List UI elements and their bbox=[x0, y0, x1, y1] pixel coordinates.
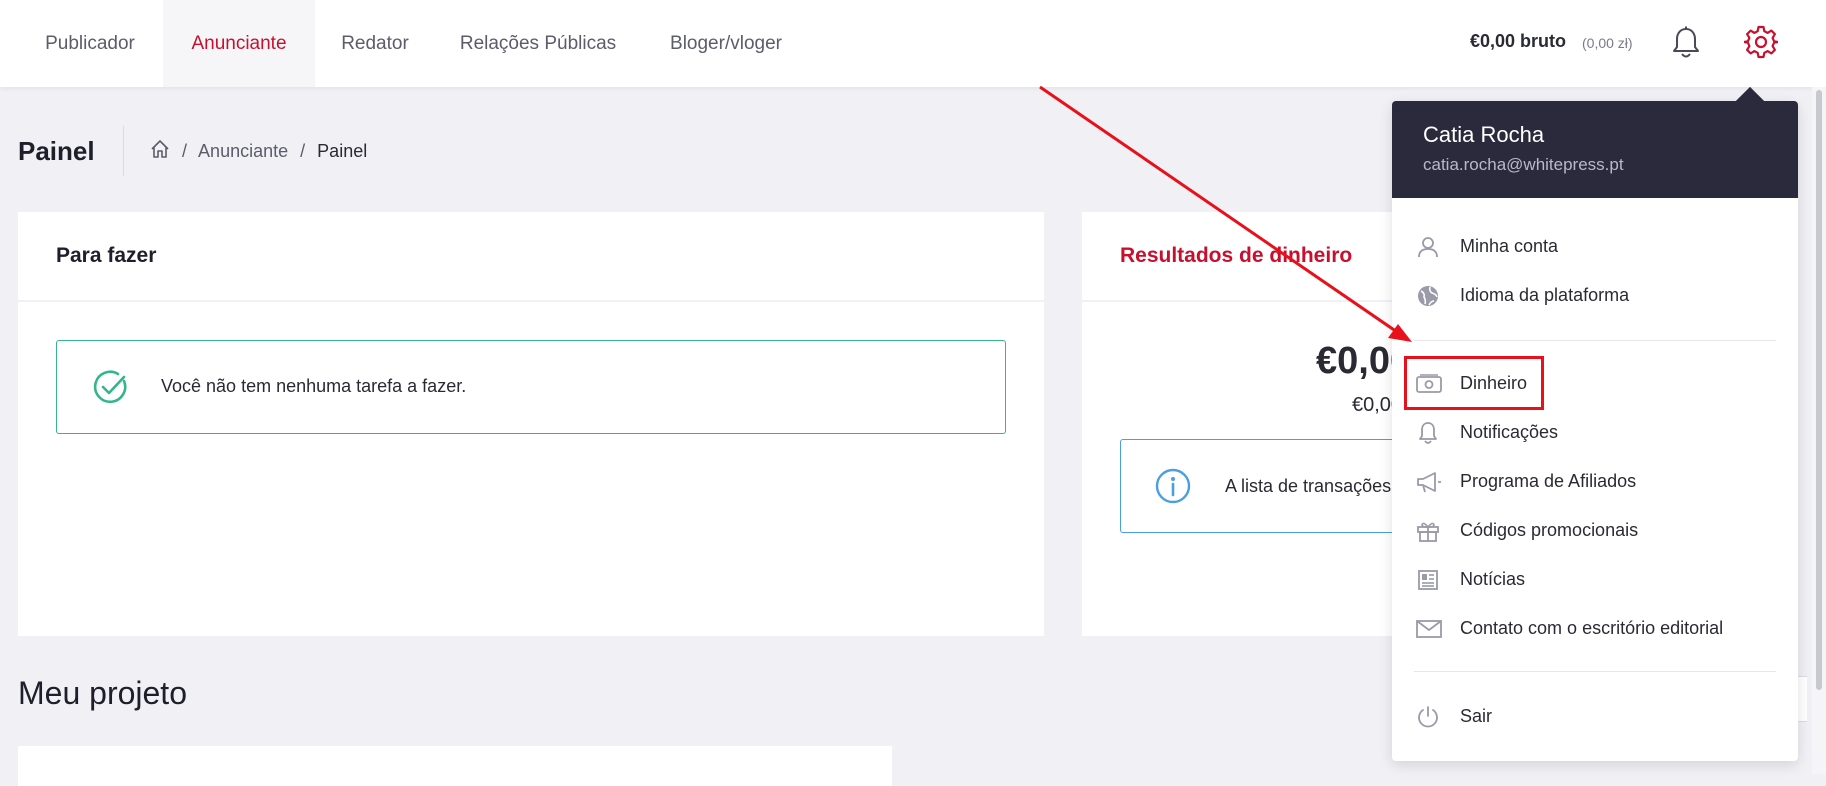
balance-amount[interactable]: €0,00 bruto bbox=[1470, 31, 1566, 52]
menu-item-label: Notificações bbox=[1460, 422, 1559, 442]
megaphone-icon bbox=[1416, 470, 1441, 494]
menu-item-idioma[interactable]: Idioma da plataforma bbox=[1392, 276, 1798, 316]
transactions-info-message: A lista de transações bbox=[1225, 476, 1392, 496]
menu-item-label: Contato com o escritório editorial bbox=[1460, 618, 1724, 638]
user-name: Catia Rocha bbox=[1423, 122, 1545, 147]
tab-relacoes-publicas[interactable]: Relações Públicas bbox=[445, 0, 631, 87]
breadcrumb-separator: / bbox=[300, 141, 306, 161]
card-divider bbox=[1082, 300, 1412, 302]
breadcrumb-painel: Painel bbox=[317, 141, 368, 161]
menu-item-afiliados[interactable]: Programa de Afiliados bbox=[1392, 462, 1798, 502]
menu-item-minha-conta[interactable]: Minha conta bbox=[1392, 227, 1798, 267]
menu-item-label: Minha conta bbox=[1460, 236, 1559, 256]
page-title: Painel bbox=[18, 136, 95, 166]
bell-icon bbox=[1416, 421, 1440, 445]
menu-item-label: Programa de Afiliados bbox=[1460, 471, 1637, 491]
tab-redator[interactable]: Redator bbox=[325, 0, 425, 87]
menu-item-label: Notícias bbox=[1460, 569, 1526, 589]
money-results-card: Resultados de dinheiro €0,00 €0,00 A lis… bbox=[1082, 212, 1541, 636]
todo-empty-message: Você não tem nenhuma tarefa a fazer. bbox=[161, 376, 467, 396]
project-card bbox=[18, 746, 892, 786]
menu-item-notificacoes[interactable]: Notificações bbox=[1392, 413, 1798, 453]
breadcrumb: / Anunciante / Painel bbox=[150, 139, 367, 164]
power-icon bbox=[1416, 705, 1440, 729]
envelope-icon bbox=[1416, 617, 1442, 641]
card-divider bbox=[18, 300, 1044, 302]
todo-empty-alert: Você não tem nenhuma tarefa a fazer. bbox=[56, 340, 1006, 434]
top-navigation: Publicador Anunciante Redator Relações P… bbox=[0, 0, 1826, 87]
user-dropdown-menu: Catia Rocha catia.rocha@whitepress.pt Mi… bbox=[1392, 86, 1798, 761]
newspaper-icon bbox=[1416, 568, 1440, 592]
tab-publicador[interactable]: Publicador bbox=[18, 0, 162, 87]
todo-card: Para fazer Você não tem nenhuma tarefa a… bbox=[18, 212, 1044, 636]
gift-icon bbox=[1416, 519, 1440, 543]
menu-item-label: Sair bbox=[1460, 706, 1493, 726]
user-email: catia.rocha@whitepress.pt bbox=[1423, 155, 1624, 174]
menu-item-sair[interactable]: Sair bbox=[1392, 697, 1798, 737]
bell-icon[interactable] bbox=[1671, 26, 1701, 65]
balance-local-currency: (0,00 zł) bbox=[1582, 35, 1633, 51]
tab-anunciante[interactable]: Anunciante bbox=[163, 0, 315, 87]
menu-item-label: Idioma da plataforma bbox=[1460, 285, 1630, 305]
section-title-meu-projeto: Meu projeto bbox=[18, 675, 187, 711]
scrollbar-thumb[interactable] bbox=[1816, 90, 1822, 690]
tab-bloger-vloger[interactable]: Bloger/vloger bbox=[651, 0, 801, 87]
menu-item-label: Códigos promocionais bbox=[1460, 520, 1639, 540]
check-circle-icon bbox=[93, 369, 129, 410]
breadcrumb-separator: / bbox=[182, 141, 188, 161]
gear-icon[interactable] bbox=[1742, 25, 1780, 64]
info-icon bbox=[1155, 468, 1191, 509]
todo-card-title: Para fazer bbox=[56, 244, 157, 267]
menu-separator bbox=[1414, 340, 1776, 341]
annotation-highlight-box bbox=[1404, 356, 1544, 410]
globe-icon bbox=[1416, 284, 1440, 308]
menu-separator bbox=[1414, 671, 1776, 672]
breadcrumb-anunciante[interactable]: Anunciante bbox=[198, 141, 288, 161]
money-card-title: Resultados de dinheiro bbox=[1120, 244, 1353, 267]
menu-item-noticias[interactable]: Notícias bbox=[1392, 560, 1798, 600]
title-divider bbox=[123, 126, 124, 176]
home-icon[interactable] bbox=[150, 139, 170, 164]
user-profile-header: Catia Rocha catia.rocha@whitepress.pt bbox=[1392, 101, 1798, 198]
user-icon bbox=[1416, 235, 1440, 259]
menu-item-contato[interactable]: Contato com o escritório editorial bbox=[1392, 609, 1798, 649]
menu-item-codigos-promocionais[interactable]: Códigos promocionais bbox=[1392, 511, 1798, 551]
